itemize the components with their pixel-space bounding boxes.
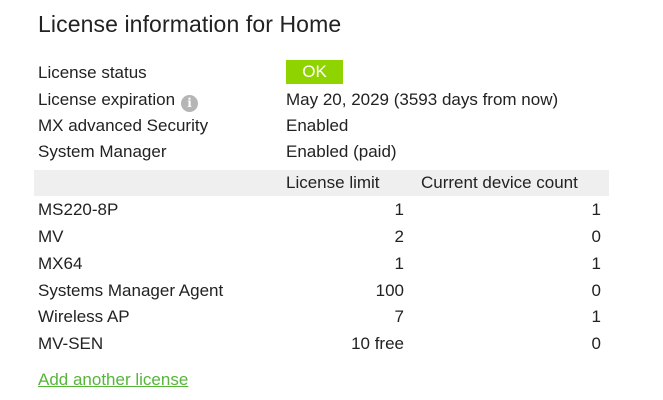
- license-info-panel: License information for Home License sta…: [0, 0, 663, 400]
- device-count: 1: [591, 200, 601, 219]
- license-name: MV: [38, 227, 64, 246]
- license-status-row: License status OK: [38, 60, 638, 86]
- mx-security-label: MX advanced Security: [38, 116, 209, 135]
- mx-security-value: Enabled: [286, 116, 349, 135]
- table-row: MV 2 0: [38, 224, 608, 250]
- license-table-header: License limit Current device count: [34, 170, 609, 196]
- systems-manager-label: System Manager: [38, 142, 167, 161]
- mx-security-row: MX advanced Security Enabled: [38, 113, 638, 139]
- license-limit: 1: [394, 200, 404, 219]
- device-count: 0: [591, 227, 601, 246]
- device-count: 1: [591, 307, 601, 326]
- device-count: 1: [591, 254, 601, 273]
- device-count: 0: [591, 334, 601, 353]
- device-count: 0: [591, 281, 601, 300]
- license-name: Systems Manager Agent: [38, 281, 224, 300]
- column-header-device-count: Current device count: [421, 173, 578, 192]
- table-row: Wireless AP 7 1: [38, 304, 608, 330]
- license-limit: 100: [375, 281, 404, 300]
- column-header-license-limit: License limit: [286, 173, 380, 192]
- license-expiration-row: License expiration i May 20, 2029 (3593 d…: [38, 87, 638, 113]
- systems-manager-row: System Manager Enabled (paid): [38, 139, 638, 165]
- license-name: MV-SEN: [38, 334, 104, 353]
- page-title: License information for Home: [38, 11, 342, 37]
- license-expiration-value: May 20, 2029 (3593 days from now): [286, 90, 559, 109]
- license-status-label: License status: [38, 63, 147, 82]
- status-badge: OK: [286, 60, 343, 84]
- table-row: Systems Manager Agent 100 0: [38, 278, 608, 304]
- license-limit: 1: [394, 254, 404, 273]
- license-name: Wireless AP: [38, 307, 130, 326]
- license-name: MS220-8P: [38, 200, 119, 219]
- table-row: MV-SEN 10 free 0: [38, 331, 608, 357]
- table-row: MX64 1 1: [38, 251, 608, 277]
- license-expiration-label-wrap: License expiration i: [38, 87, 199, 113]
- license-limit: 2: [394, 227, 404, 246]
- license-expiration-label: License expiration: [38, 90, 176, 109]
- info-icon[interactable]: i: [181, 95, 199, 112]
- add-license-link[interactable]: Add another license: [38, 370, 188, 390]
- license-name: MX64: [38, 254, 83, 273]
- license-limit: 7: [394, 307, 404, 326]
- table-row: MS220-8P 1 1: [38, 197, 608, 223]
- systems-manager-value: Enabled (paid): [286, 142, 397, 161]
- license-limit: 10 free: [351, 334, 404, 353]
